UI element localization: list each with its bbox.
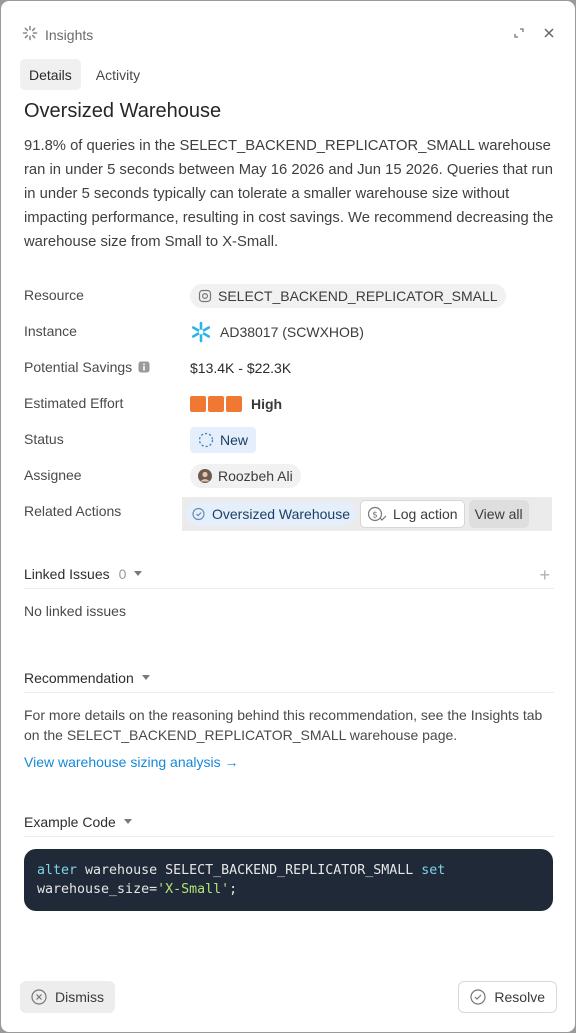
instance-value: AD38017 (SCWXHOB) xyxy=(220,324,364,340)
property-label: Related Actions xyxy=(24,503,122,519)
insight-panel: Insights Details Activity Oversized Ware… xyxy=(1,1,575,1032)
linked-issues-header[interactable]: Linked Issues 0 + xyxy=(24,559,554,589)
recommendation-header[interactable]: Recommendation xyxy=(24,663,554,693)
resolve-button[interactable]: Resolve xyxy=(458,981,557,1013)
loader-icon xyxy=(22,25,38,44)
example-code-title: Example Code xyxy=(24,813,116,830)
property-savings: Potential Savings $13.4K - $22.3K xyxy=(24,350,554,386)
chevron-down-icon xyxy=(141,675,150,680)
properties-list: Resource SELECT_BACKEND_REPLICATOR_SMALL… xyxy=(24,278,554,531)
property-label: Assignee xyxy=(24,467,82,483)
effort-bar-icon xyxy=(190,396,242,412)
dismiss-button[interactable]: Dismiss xyxy=(20,981,115,1013)
add-icon[interactable]: + xyxy=(539,565,550,586)
expand-icon[interactable] xyxy=(511,25,527,41)
sizing-analysis-link[interactable]: View warehouse sizing analysis → xyxy=(24,754,239,770)
related-action-chip[interactable]: Oversized Warehouse xyxy=(186,502,356,526)
recommendation-title: Recommendation xyxy=(24,669,134,686)
property-label: Resource xyxy=(24,287,84,303)
linked-issues-count: 0 xyxy=(118,565,127,582)
assignee-value: Roozbeh Ali xyxy=(218,468,293,484)
info-icon[interactable] xyxy=(138,361,150,373)
code-block[interactable]: alter warehouse SELECT_BACKEND_REPLICATO… xyxy=(24,849,553,911)
property-status: Status New xyxy=(24,422,554,458)
status-value: New xyxy=(220,432,249,448)
chevron-down-icon xyxy=(123,819,132,824)
close-circle-icon xyxy=(31,989,47,1005)
log-action-button[interactable]: $ Log action xyxy=(359,500,465,528)
effort-value: High xyxy=(251,396,283,412)
instance-link[interactable]: AD38017 (SCWXHOB) xyxy=(190,321,364,343)
status-badge[interactable]: New xyxy=(190,427,257,453)
tab-activity[interactable]: Activity xyxy=(87,59,149,90)
tab-details[interactable]: Details xyxy=(20,59,81,90)
property-label: Instance xyxy=(24,323,77,339)
panel-header: Insights xyxy=(1,19,575,51)
linked-issues-title: Linked Issues xyxy=(24,565,110,582)
resource-chip[interactable]: SELECT_BACKEND_REPLICATOR_SMALL xyxy=(190,284,506,308)
insight-title: Oversized Warehouse xyxy=(24,100,222,122)
action-icon xyxy=(192,507,205,521)
status-dashed-circle-icon xyxy=(198,432,214,448)
property-instance: Instance AD38017 (SCWXHOB) xyxy=(24,314,554,350)
related-actions-bar: Oversized Warehouse $ Log action View al… xyxy=(182,497,552,531)
panel-title: Insights xyxy=(22,25,93,44)
assignee-chip[interactable]: Roozbeh Ali xyxy=(190,464,301,488)
property-resource: Resource SELECT_BACKEND_REPLICATOR_SMALL xyxy=(24,278,554,314)
property-label: Potential Savings xyxy=(24,359,133,375)
view-all-button[interactable]: View all xyxy=(468,500,529,528)
close-icon[interactable] xyxy=(541,25,557,41)
example-code-header[interactable]: Example Code xyxy=(24,807,554,837)
savings-value: $13.4K - $22.3K xyxy=(190,360,292,376)
warehouse-icon xyxy=(198,289,212,303)
svg-text:$: $ xyxy=(372,511,378,521)
chevron-down-icon xyxy=(134,571,143,576)
property-label: Estimated Effort xyxy=(24,395,124,411)
avatar xyxy=(198,469,212,483)
resource-value: SELECT_BACKEND_REPLICATOR_SMALL xyxy=(218,288,498,304)
linked-issues-empty: No linked issues xyxy=(24,603,126,619)
property-effort: Estimated Effort High xyxy=(24,386,554,422)
insight-description: 91.8% of queries in the SELECT_BACKEND_R… xyxy=(24,138,554,250)
property-assignee: Assignee Roozbeh Ali xyxy=(24,458,554,494)
panel-title-text: Insights xyxy=(45,26,94,43)
tab-bar: Details Activity xyxy=(20,59,149,90)
snowflake-icon xyxy=(191,321,211,343)
coin-icon: $ xyxy=(367,506,387,522)
recommendation-text: For more details on the reasoning behind… xyxy=(24,707,543,743)
property-label: Status xyxy=(24,431,64,447)
check-circle-icon xyxy=(470,989,487,1005)
